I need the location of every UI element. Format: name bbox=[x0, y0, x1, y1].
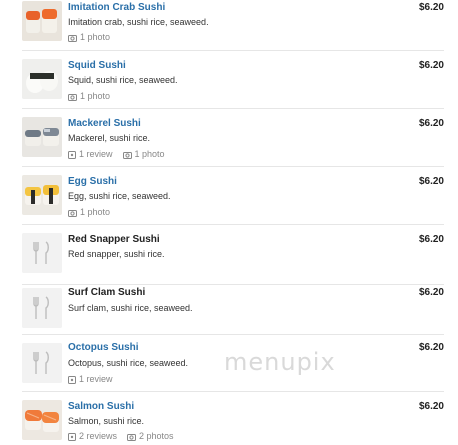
review-icon bbox=[68, 432, 76, 441]
item-meta: 2 reviews 2 photos bbox=[68, 431, 184, 442]
item-description: Surf clam, sushi rice, seaweed. bbox=[68, 303, 193, 313]
divider bbox=[22, 166, 444, 167]
item-name[interactable]: Squid Sushi bbox=[68, 60, 126, 72]
camera-icon bbox=[68, 209, 77, 217]
item-description: Red snapper, sushi rice. bbox=[68, 249, 165, 259]
review-icon bbox=[68, 150, 76, 159]
egg-sushi-photo[interactable] bbox=[22, 175, 62, 215]
photo-count[interactable]: 1 photo bbox=[122, 149, 165, 160]
utensils-icon bbox=[22, 343, 62, 383]
photo-count-label: 1 photo bbox=[134, 149, 165, 159]
item-price: $6.20 bbox=[418, 234, 444, 245]
watermark: menupix bbox=[224, 348, 336, 376]
divider bbox=[22, 224, 444, 225]
item-price: $6.20 bbox=[418, 287, 444, 298]
utensils-icon bbox=[22, 288, 62, 328]
review-count-label: 1 review bbox=[79, 374, 113, 384]
photo-count[interactable]: 1 photo bbox=[68, 32, 110, 43]
item-name[interactable]: Imitation Crab Sushi bbox=[68, 2, 165, 14]
squid-sushi-photo[interactable] bbox=[22, 59, 62, 99]
photo-count-label: 1 photo bbox=[80, 32, 111, 42]
review-count-label: 2 reviews bbox=[79, 431, 118, 441]
divider bbox=[22, 391, 444, 392]
mackerel-sushi-photo[interactable] bbox=[22, 117, 62, 157]
item-meta: 1 review 1 photo bbox=[68, 149, 175, 160]
crab-sushi-photo[interactable] bbox=[22, 1, 62, 41]
review-count[interactable]: 1 review bbox=[68, 149, 113, 160]
photo-count[interactable]: 2 photos bbox=[127, 431, 174, 442]
item-description: Mackerel, sushi rice. bbox=[68, 133, 151, 143]
utensils-icon bbox=[22, 233, 62, 273]
item-name: Surf Clam Sushi bbox=[68, 287, 146, 298]
photo-count-label: 1 photo bbox=[80, 91, 111, 101]
item-price: $6.20 bbox=[418, 60, 444, 71]
item-name[interactable]: Salmon Sushi bbox=[68, 401, 134, 413]
item-description: Egg, sushi rice, seaweed. bbox=[68, 191, 171, 201]
item-name[interactable]: Mackerel Sushi bbox=[68, 118, 141, 130]
photo-count[interactable]: 1 photo bbox=[68, 207, 110, 218]
item-price: $6.20 bbox=[418, 401, 444, 412]
review-icon bbox=[68, 375, 76, 384]
review-count[interactable]: 1 review bbox=[68, 374, 113, 385]
photo-count-label: 2 photos bbox=[139, 431, 174, 441]
camera-icon bbox=[127, 433, 137, 441]
item-name[interactable]: Octopus Sushi bbox=[68, 342, 139, 354]
item-description: Squid, sushi rice, seaweed. bbox=[68, 75, 178, 85]
review-count[interactable]: 2 reviews bbox=[68, 431, 117, 442]
camera-icon bbox=[122, 151, 132, 159]
item-price: $6.20 bbox=[418, 2, 444, 13]
camera-icon bbox=[68, 93, 77, 101]
divider bbox=[22, 334, 444, 335]
photo-count-label: 1 photo bbox=[80, 207, 111, 217]
item-description: Salmon, sushi rice. bbox=[68, 416, 145, 426]
item-name[interactable]: Egg Sushi bbox=[68, 176, 117, 188]
review-count-label: 1 review bbox=[79, 149, 113, 159]
divider bbox=[22, 50, 444, 51]
item-meta: 1 photo bbox=[68, 91, 120, 102]
divider bbox=[22, 284, 444, 285]
item-meta: 1 photo bbox=[68, 207, 120, 218]
item-name: Red Snapper Sushi bbox=[68, 234, 160, 245]
item-description: Octopus, sushi rice, seaweed. bbox=[68, 358, 189, 368]
item-price: $6.20 bbox=[418, 342, 444, 353]
camera-icon bbox=[68, 34, 77, 42]
salmon-sushi-photo[interactable] bbox=[22, 400, 62, 440]
item-price: $6.20 bbox=[418, 176, 444, 187]
item-price: $6.20 bbox=[418, 118, 444, 129]
item-meta: 1 review bbox=[68, 374, 123, 385]
item-meta: 1 photo bbox=[68, 32, 120, 43]
divider bbox=[22, 108, 444, 109]
item-description: Imitation crab, sushi rice, seaweed. bbox=[68, 17, 209, 27]
photo-count[interactable]: 1 photo bbox=[68, 91, 110, 102]
